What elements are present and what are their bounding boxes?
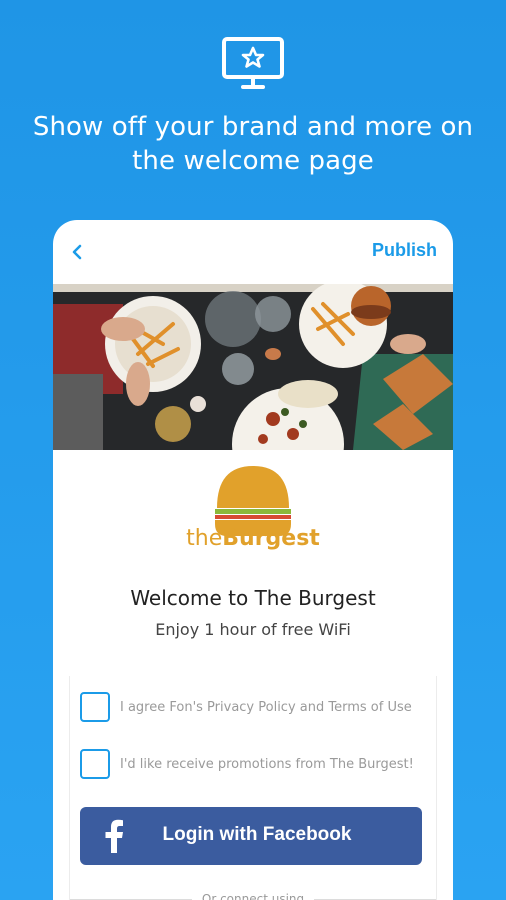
promotions-label: I'd like receive promotions from The Bur… bbox=[120, 756, 414, 772]
facebook-login-button[interactable]: Login with Facebook bbox=[80, 807, 422, 865]
agree-terms-label: I agree Fon's Privacy Policy and Terms o… bbox=[120, 699, 412, 715]
agree-terms-checkbox[interactable] bbox=[80, 692, 110, 722]
login-form: I agree Fon's Privacy Policy and Terms o… bbox=[69, 676, 437, 900]
or-connect-label: Or connect using bbox=[201, 892, 305, 900]
brand-name: theBurgest bbox=[53, 526, 453, 551]
wifi-subtitle: Enjoy 1 hour of free WiFi bbox=[155, 620, 351, 639]
headline: Show off your brand and more on the welc… bbox=[20, 110, 486, 178]
headline-line-1: Show off your brand and more on bbox=[32, 112, 474, 142]
chevron-left-icon[interactable] bbox=[69, 242, 85, 262]
banner-image bbox=[53, 284, 453, 450]
preview-topbar: Publish bbox=[53, 220, 453, 284]
publish-button[interactable]: Publish bbox=[372, 240, 437, 261]
promotions-row[interactable]: I'd like receive promotions from The Bur… bbox=[80, 749, 414, 779]
brand-name-main: Burgest bbox=[222, 526, 320, 551]
or-connect-divider: Or connect using bbox=[70, 892, 437, 900]
headline-line-2: the welcome page bbox=[132, 146, 374, 176]
welcome-title: Welcome to The Burgest bbox=[130, 586, 376, 610]
divider-left bbox=[70, 898, 192, 900]
brand-name-prefix: the bbox=[186, 526, 223, 551]
agree-terms-row[interactable]: I agree Fon's Privacy Policy and Terms o… bbox=[80, 692, 412, 722]
promotions-checkbox[interactable] bbox=[80, 749, 110, 779]
monitor-star-icon bbox=[222, 37, 284, 89]
divider-right bbox=[314, 898, 437, 900]
facebook-login-label: Login with Facebook bbox=[162, 824, 352, 845]
phone-preview: Publish theBurgest Welcome to The Burges… bbox=[53, 220, 453, 900]
